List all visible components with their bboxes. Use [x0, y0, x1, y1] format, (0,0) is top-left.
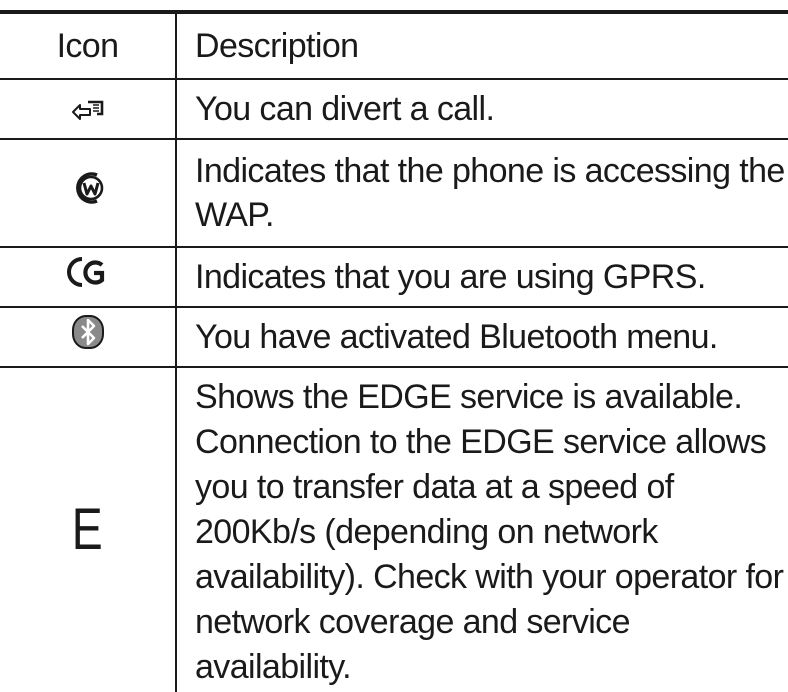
- description-column-header: Description: [176, 14, 788, 80]
- description-cell: Indicates that the phone is accessing th…: [176, 139, 788, 248]
- description-cell: Indicates that you are using GPRS.: [176, 247, 788, 308]
- description-cell: Shows the EDGE service is available. Con…: [195, 377, 784, 686]
- table-row: You can divert a call.: [0, 79, 788, 140]
- icon-cell: [0, 79, 177, 140]
- description-cell: You can divert a call.: [176, 79, 788, 140]
- table-row: Indicates that you are using GPRS.: [0, 247, 788, 308]
- edge-icon: E: [72, 496, 103, 562]
- gprs-icon: [66, 255, 110, 300]
- status-icon-table: Icon Description You can divert a call.: [0, 14, 788, 692]
- icon-column-header: Icon: [0, 14, 177, 80]
- call-divert-icon: [71, 88, 105, 132]
- description-cell: You have activated Bluetooth menu.: [176, 307, 788, 368]
- icon-cell: E: [0, 367, 177, 692]
- wap-icon: [69, 171, 107, 216]
- icon-cell: [0, 139, 177, 248]
- table-row: Indicates that the phone is accessing th…: [0, 139, 788, 248]
- table-row: E Shows the EDGE service is available. C…: [0, 367, 788, 692]
- icon-cell: [0, 307, 177, 368]
- table-header-row: Icon Description: [0, 14, 788, 80]
- icon-cell: [0, 247, 177, 308]
- table-row: You have activated Bluetooth menu.: [0, 307, 788, 368]
- bluetooth-icon: [71, 314, 105, 361]
